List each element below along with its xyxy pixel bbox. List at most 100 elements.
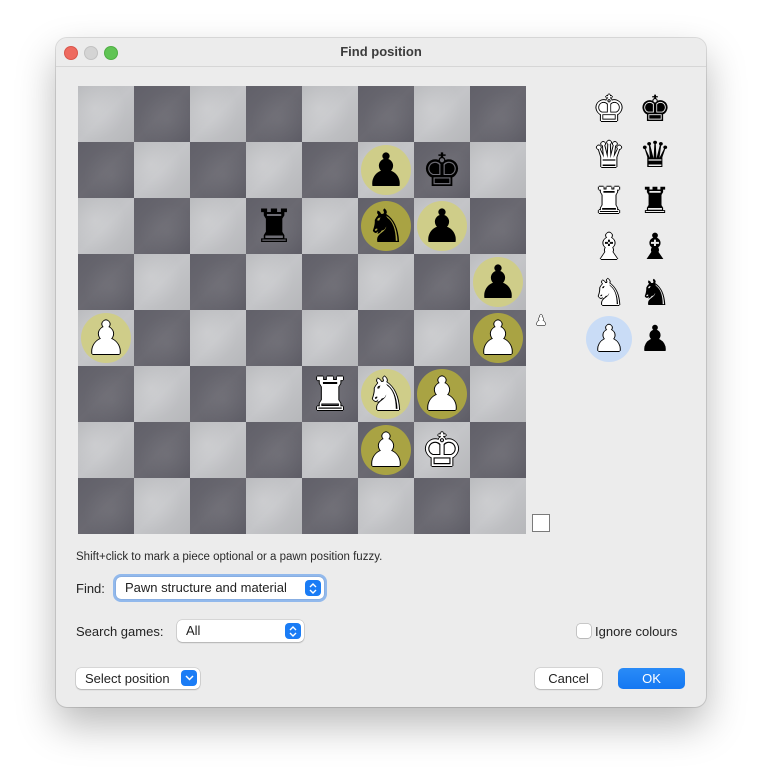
square-c6[interactable] bbox=[190, 198, 246, 254]
palette-white-king-icon[interactable]: ♚ bbox=[586, 86, 632, 132]
square-a2[interactable] bbox=[78, 422, 134, 478]
square-e4[interactable] bbox=[302, 310, 358, 366]
square-g8[interactable] bbox=[414, 86, 470, 142]
square-d5[interactable] bbox=[246, 254, 302, 310]
black-king-icon[interactable]: ♚ bbox=[414, 142, 470, 198]
square-d1[interactable] bbox=[246, 478, 302, 534]
palette-white-queen-icon[interactable]: ♛ bbox=[586, 132, 632, 178]
square-f8[interactable] bbox=[358, 86, 414, 142]
chess-board[interactable]: ♟ ♚ ♜ ♞ ♟ ♟ ♟ ♟ ♜ ♞ ♟ ♟ ♚ bbox=[78, 86, 526, 534]
square-d7[interactable] bbox=[246, 142, 302, 198]
square-f7[interactable]: ♟ bbox=[358, 142, 414, 198]
square-b4[interactable] bbox=[134, 310, 190, 366]
square-h7[interactable] bbox=[470, 142, 526, 198]
square-b5[interactable] bbox=[134, 254, 190, 310]
square-f5[interactable] bbox=[358, 254, 414, 310]
square-f1[interactable] bbox=[358, 478, 414, 534]
palette-black-bishop-icon[interactable]: ♝ bbox=[632, 224, 678, 270]
square-e6[interactable] bbox=[302, 198, 358, 254]
square-b7[interactable] bbox=[134, 142, 190, 198]
square-e2[interactable] bbox=[302, 422, 358, 478]
square-d4[interactable] bbox=[246, 310, 302, 366]
black-pawn-icon[interactable]: ♟ bbox=[358, 142, 414, 198]
palette-black-pawn-icon[interactable]: ♟ bbox=[632, 316, 678, 362]
square-g5[interactable] bbox=[414, 254, 470, 310]
square-a3[interactable] bbox=[78, 366, 134, 422]
palette-white-rook-icon[interactable]: ♜ bbox=[586, 178, 632, 224]
find-popup[interactable]: Pawn structure and material bbox=[116, 577, 324, 599]
palette-black-queen-icon[interactable]: ♛ bbox=[632, 132, 678, 178]
square-c4[interactable] bbox=[190, 310, 246, 366]
square-f4[interactable] bbox=[358, 310, 414, 366]
square-e1[interactable] bbox=[302, 478, 358, 534]
square-h8[interactable] bbox=[470, 86, 526, 142]
square-h1[interactable] bbox=[470, 478, 526, 534]
square-f2[interactable]: ♟ bbox=[358, 422, 414, 478]
black-knight-icon[interactable]: ♞ bbox=[358, 198, 414, 254]
palette-white-knight-icon[interactable]: ♞ bbox=[586, 270, 632, 316]
square-h2[interactable] bbox=[470, 422, 526, 478]
up-down-chevron-icon bbox=[305, 580, 321, 596]
square-e8[interactable] bbox=[302, 86, 358, 142]
square-h6[interactable] bbox=[470, 198, 526, 254]
white-pawn-icon[interactable]: ♟ bbox=[78, 310, 134, 366]
palette-black-rook-icon[interactable]: ♜ bbox=[632, 178, 678, 224]
square-g3[interactable]: ♟ bbox=[414, 366, 470, 422]
square-b1[interactable] bbox=[134, 478, 190, 534]
white-rook-icon[interactable]: ♜ bbox=[302, 366, 358, 422]
white-knight-icon[interactable]: ♞ bbox=[358, 366, 414, 422]
ignore-colours-checkbox[interactable] bbox=[577, 624, 591, 638]
square-c5[interactable] bbox=[190, 254, 246, 310]
palette-black-king-icon[interactable]: ♚ bbox=[632, 86, 678, 132]
select-position-popup[interactable]: Select position bbox=[76, 668, 200, 689]
square-a1[interactable] bbox=[78, 478, 134, 534]
black-pawn-icon[interactable]: ♟ bbox=[470, 254, 526, 310]
square-d2[interactable] bbox=[246, 422, 302, 478]
square-e5[interactable] bbox=[302, 254, 358, 310]
square-a8[interactable] bbox=[78, 86, 134, 142]
square-g2[interactable]: ♚ bbox=[414, 422, 470, 478]
palette-black-knight-icon[interactable]: ♞ bbox=[632, 270, 678, 316]
square-f3[interactable]: ♞ bbox=[358, 366, 414, 422]
ignore-colours-label[interactable]: Ignore colours bbox=[595, 624, 677, 639]
white-pawn-icon[interactable]: ♟ bbox=[414, 366, 470, 422]
square-d8[interactable] bbox=[246, 86, 302, 142]
select-position-label: Select position bbox=[85, 671, 170, 686]
square-c3[interactable] bbox=[190, 366, 246, 422]
square-g7[interactable]: ♚ bbox=[414, 142, 470, 198]
white-pawn-icon[interactable]: ♟ bbox=[470, 310, 526, 366]
square-c7[interactable] bbox=[190, 142, 246, 198]
square-b3[interactable] bbox=[134, 366, 190, 422]
square-d6[interactable]: ♜ bbox=[246, 198, 302, 254]
square-h5[interactable]: ♟ bbox=[470, 254, 526, 310]
square-g4[interactable] bbox=[414, 310, 470, 366]
ok-button[interactable]: OK bbox=[618, 668, 685, 689]
square-h3[interactable] bbox=[470, 366, 526, 422]
square-f6[interactable]: ♞ bbox=[358, 198, 414, 254]
white-king-icon[interactable]: ♚ bbox=[414, 422, 470, 478]
square-c2[interactable] bbox=[190, 422, 246, 478]
search-games-popup[interactable]: All bbox=[177, 620, 304, 642]
square-b8[interactable] bbox=[134, 86, 190, 142]
square-g1[interactable] bbox=[414, 478, 470, 534]
square-a5[interactable] bbox=[78, 254, 134, 310]
square-b6[interactable] bbox=[134, 198, 190, 254]
palette-white-pawn-icon[interactable]: ♟ bbox=[586, 316, 632, 362]
square-a4[interactable]: ♟ bbox=[78, 310, 134, 366]
square-h4[interactable]: ♟ bbox=[470, 310, 526, 366]
square-d3[interactable] bbox=[246, 366, 302, 422]
square-b2[interactable] bbox=[134, 422, 190, 478]
square-c1[interactable] bbox=[190, 478, 246, 534]
palette-white-bishop-icon[interactable]: ♝ bbox=[586, 224, 632, 270]
square-a6[interactable] bbox=[78, 198, 134, 254]
white-pawn-icon[interactable]: ♟ bbox=[358, 422, 414, 478]
colour-toggle-square[interactable] bbox=[532, 514, 550, 532]
black-pawn-icon[interactable]: ♟ bbox=[414, 198, 470, 254]
square-c8[interactable] bbox=[190, 86, 246, 142]
square-g6[interactable]: ♟ bbox=[414, 198, 470, 254]
square-e7[interactable] bbox=[302, 142, 358, 198]
square-a7[interactable] bbox=[78, 142, 134, 198]
square-e3[interactable]: ♜ bbox=[302, 366, 358, 422]
black-rook-icon[interactable]: ♜ bbox=[246, 198, 302, 254]
cancel-button[interactable]: Cancel bbox=[535, 668, 602, 689]
